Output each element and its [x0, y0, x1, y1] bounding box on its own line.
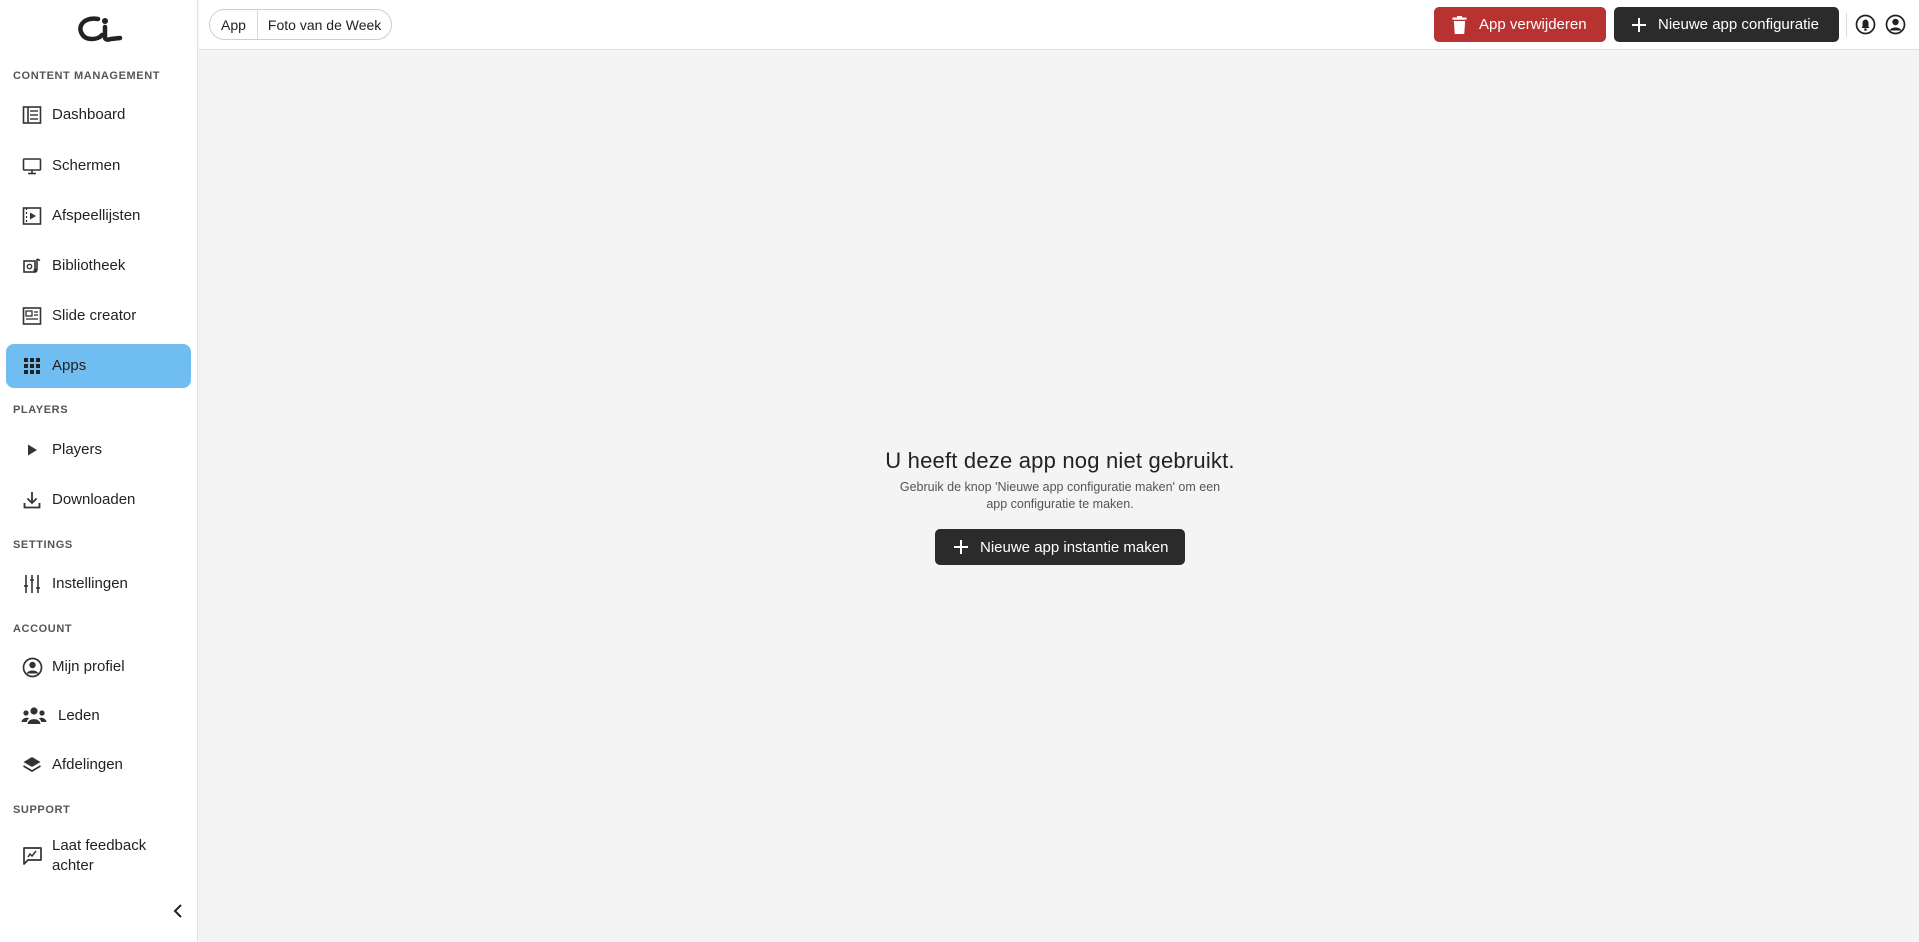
- feedback-icon: [21, 845, 43, 867]
- plus-icon: [954, 540, 968, 554]
- sidebar-item-label: Instellingen: [52, 575, 128, 592]
- sidebar-item-label: Afspeellijsten: [52, 207, 141, 224]
- delete-app-label: App verwijderen: [1479, 16, 1587, 33]
- logo[interactable]: [74, 14, 124, 44]
- collapse-sidebar-button[interactable]: [170, 900, 186, 922]
- sidebar-item-label: Schermen: [52, 157, 121, 174]
- sidebar: CONTENT MANAGEMENT Dashboard Schermen Af…: [0, 0, 198, 942]
- sidebar-item-instellingen[interactable]: Instellingen: [6, 562, 191, 606]
- sidebar-item-players[interactable]: Players: [6, 428, 191, 472]
- layers-icon: [21, 754, 43, 776]
- user-circle-icon: [1885, 14, 1906, 35]
- section-label-content: CONTENT MANAGEMENT: [13, 70, 161, 82]
- empty-state-description: Gebruik de knop 'Nieuwe app configuratie…: [899, 480, 1221, 511]
- sidebar-item-label: Bibliotheek: [52, 257, 126, 274]
- playlist-icon: [21, 205, 43, 227]
- profile-button[interactable]: [1885, 14, 1906, 35]
- sidebar-item-label: Afdelingen: [52, 756, 123, 773]
- sidebar-item-feedback[interactable]: Laat feedback achter: [6, 834, 191, 878]
- new-app-config-label: Nieuwe app configuratie: [1658, 16, 1819, 33]
- sidebar-item-label: Laat feedback achter: [52, 837, 147, 874]
- sidebar-item-label: Apps: [52, 357, 87, 374]
- sidebar-item-label: Slide creator: [52, 307, 137, 324]
- brand-logo-icon: [78, 16, 123, 42]
- sidebar-item-mijn-profiel[interactable]: Mijn profiel: [6, 645, 191, 689]
- user-circle-icon: [21, 656, 43, 678]
- notifications-button[interactable]: [1855, 14, 1876, 35]
- dashboard-icon: [21, 104, 43, 126]
- apps-grid-icon: [21, 355, 43, 377]
- breadcrumb: App Foto van de Week: [209, 9, 393, 40]
- section-label-account: ACCOUNT: [13, 623, 73, 635]
- users-icon: [21, 705, 47, 727]
- sidebar-item-afspeellijsten[interactable]: Afspeellijsten: [6, 194, 191, 238]
- sidebar-item-bibliotheek[interactable]: Bibliotheek: [6, 244, 191, 288]
- sliders-icon: [21, 573, 43, 595]
- new-app-config-button[interactable]: Nieuwe app configuratie: [1614, 7, 1839, 42]
- sidebar-item-apps[interactable]: Apps: [6, 344, 191, 388]
- sidebar-item-label: Downloaden: [52, 491, 136, 508]
- sidebar-item-schermen[interactable]: Schermen: [6, 144, 191, 188]
- sidebar-item-label: Mijn profiel: [52, 658, 125, 675]
- section-label-support: SUPPORT: [13, 804, 71, 816]
- monitor-icon: [21, 155, 43, 177]
- plus-icon: [1632, 17, 1646, 32]
- sidebar-item-dashboard[interactable]: Dashboard: [6, 93, 191, 137]
- sidebar-item-label: Leden: [58, 707, 100, 724]
- sidebar-item-downloaden[interactable]: Downloaden: [6, 478, 191, 522]
- empty-state: U heeft deze app nog niet gebruikt. Gebr…: [860, 448, 1260, 513]
- chevron-left-icon: [173, 904, 182, 918]
- sidebar-item-afdelingen[interactable]: Afdelingen: [6, 743, 191, 787]
- play-icon: [21, 439, 43, 461]
- sidebar-item-label: Players: [52, 441, 103, 458]
- sidebar-item-slide-creator[interactable]: Slide creator: [6, 294, 191, 338]
- slide-creator-icon: [21, 305, 43, 327]
- delete-app-button[interactable]: App verwijderen: [1434, 7, 1606, 42]
- library-icon: [21, 255, 43, 277]
- new-app-instance-button[interactable]: Nieuwe app instantie maken: [935, 529, 1185, 565]
- new-app-instance-label: Nieuwe app instantie maken: [980, 538, 1169, 556]
- sidebar-item-label: Dashboard: [52, 106, 126, 123]
- section-label-players: PLAYERS: [13, 404, 69, 416]
- section-label-settings: SETTINGS: [13, 539, 73, 551]
- empty-state-title: U heeft deze app nog niet gebruikt.: [885, 448, 1235, 473]
- breadcrumb-root[interactable]: App: [210, 10, 258, 39]
- download-icon: [21, 489, 43, 511]
- bell-icon: [1855, 14, 1876, 35]
- trash-icon: [1452, 15, 1467, 34]
- breadcrumb-current[interactable]: Foto van de Week: [258, 10, 391, 39]
- sidebar-item-leden[interactable]: Leden: [6, 694, 191, 738]
- toolbar-divider: [1846, 13, 1847, 37]
